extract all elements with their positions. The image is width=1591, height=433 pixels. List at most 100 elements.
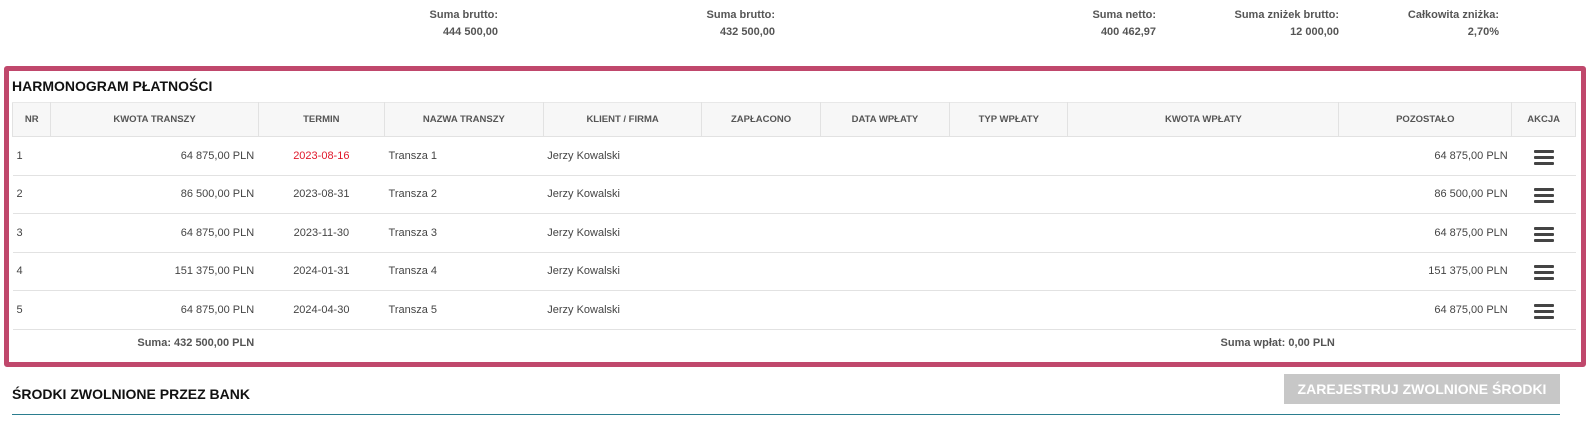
payment-schedule-table: NR KWOTA TRANSZY TERMIN NAZWA TRANSZY KL…: [11, 102, 1576, 357]
summary-value: 432 500,00: [719, 26, 775, 38]
cell-amount: 86 500,00 PLN: [50, 175, 259, 214]
hamburger-menu-icon[interactable]: [1533, 262, 1554, 281]
summary-discounts-gross: Suma zniżek brutto: 12 000,00: [1220, 7, 1339, 41]
hamburger-menu-icon[interactable]: [1533, 147, 1554, 165]
summary-total-discount: Całkowita zniżka: 2,70%: [1389, 7, 1499, 41]
column-header-name[interactable]: NAZWA TRANSZY: [384, 102, 544, 137]
cell-paid: [701, 213, 821, 253]
cell-nr: 5: [12, 290, 51, 330]
summary-value: 12 000,00: [1290, 26, 1339, 38]
cell-payment-date: [820, 175, 950, 214]
cell-name: Transza 3: [384, 213, 544, 253]
cell-due-date: 2024-04-30: [258, 290, 385, 330]
footer-sum-payments: Suma wpłat: 0,00 PLN: [1220, 337, 1335, 350]
cell-payment-date: [820, 213, 950, 253]
cell-action: [1511, 175, 1576, 214]
cell-client: Jerzy Kowalski: [543, 290, 702, 330]
cell-client: Jerzy Kowalski: [543, 175, 702, 214]
cell-paid: [701, 175, 821, 214]
cell-action: [1511, 290, 1576, 330]
cell-payment-type: [949, 252, 1068, 291]
column-header-payment-date[interactable]: DATA WPŁATY: [819, 102, 951, 137]
cell-payment-amount: [1067, 290, 1339, 330]
table-row: 5 64 875,00 PLN 2024-04-30 Transza 5 Jer…: [12, 290, 1576, 330]
cell-paid: [701, 136, 821, 176]
cell-remaining: 64 875,00 PLN: [1338, 290, 1512, 330]
cell-nr: 3: [12, 213, 51, 253]
cell-due-date: 2023-08-16: [258, 136, 385, 176]
section-divider: [12, 414, 1560, 415]
cell-remaining: 64 875,00 PLN: [1338, 136, 1512, 176]
cell-due-date: 2023-11-30: [258, 213, 385, 253]
cell-paid: [701, 252, 821, 291]
summary-value: 400 462,97: [1100, 26, 1156, 38]
footer-sum-amount: Suma: 432 500,00 PLN: [137, 337, 255, 350]
cell-paid: [701, 290, 821, 330]
cell-amount: 64 875,00 PLN: [50, 136, 259, 176]
summary-gross-after-discount: Suma brutto: 432 500,00: [675, 7, 775, 41]
cell-nr: 4: [12, 252, 51, 291]
hamburger-menu-icon[interactable]: [1533, 301, 1554, 319]
cell-amount: 64 875,00 PLN: [50, 290, 259, 330]
hamburger-menu-icon[interactable]: [1533, 224, 1554, 242]
summary-label: Całkowita zniżka:: [1407, 9, 1499, 21]
summary-label: Suma brutto:: [429, 9, 498, 21]
cell-name: Transza 1: [384, 136, 544, 176]
cell-payment-amount: [1067, 136, 1339, 176]
cell-client: Jerzy Kowalski: [543, 213, 702, 253]
column-header-remaining[interactable]: POZOSTAŁO: [1338, 102, 1513, 137]
cell-payment-amount: [1067, 213, 1339, 253]
column-header-client[interactable]: KLIENT / FIRMA: [542, 102, 703, 137]
payment-schedule-panel: HARMONOGRAM PŁATNOŚCI NR KWOTA TRANSZY T…: [4, 66, 1586, 367]
column-header-nr[interactable]: NR: [11, 102, 52, 137]
cell-payment-date: [820, 252, 950, 291]
cell-nr: 1: [12, 136, 51, 176]
column-header-amount[interactable]: KWOTA TRANSZY: [50, 102, 259, 137]
cell-payment-amount: [1067, 252, 1339, 291]
cell-payment-type: [949, 290, 1068, 330]
column-header-due-date[interactable]: TERMIN: [257, 102, 386, 137]
column-header-payment-type[interactable]: TYP WPŁATY: [949, 102, 1069, 137]
cell-amount: 151 375,00 PLN: [50, 252, 259, 291]
cell-client: Jerzy Kowalski: [543, 252, 702, 291]
summary-gross-total: Suma brutto: 444 500,00: [398, 7, 498, 41]
cell-due-date: 2024-01-31: [258, 252, 385, 291]
cell-action: [1511, 213, 1576, 253]
cell-remaining: 64 875,00 PLN: [1338, 213, 1512, 253]
summary-net-total: Suma netto: 400 462,97: [1056, 7, 1156, 41]
table-row: 3 64 875,00 PLN 2023-11-30 Transza 3 Jer…: [12, 213, 1576, 253]
cell-name: Transza 4: [384, 252, 544, 291]
cell-payment-type: [949, 213, 1068, 253]
cell-payment-date: [820, 136, 950, 176]
hamburger-menu-icon[interactable]: [1533, 185, 1554, 204]
table-footer-row: Suma: 432 500,00 PLN Suma wpłat: 0,00 PL…: [13, 329, 1576, 357]
table-header-row: NR KWOTA TRANSZY TERMIN NAZWA TRANSZY KL…: [11, 102, 1576, 137]
released-funds-title: ŚRODKI ZWOLNIONE PRZEZ BANK: [12, 386, 250, 402]
summary-value: 2,70%: [1467, 26, 1499, 38]
table-row: 1 64 875,00 PLN 2023-08-16 Transza 1 Jer…: [12, 136, 1576, 176]
cell-name: Transza 5: [384, 290, 544, 330]
cell-action: [1511, 136, 1576, 176]
column-header-payment-amount[interactable]: KWOTA WPŁATY: [1067, 102, 1340, 137]
table-row: 4 151 375,00 PLN 2024-01-31 Transza 4 Je…: [12, 252, 1576, 291]
cell-client: Jerzy Kowalski: [543, 136, 702, 176]
cell-payment-type: [949, 175, 1068, 214]
cell-name: Transza 2: [384, 175, 544, 214]
register-released-funds-button[interactable]: ZAREJESTRUJ ZWOLNIONE ŚRODKI: [1284, 374, 1560, 404]
cell-remaining: 86 500,00 PLN: [1338, 175, 1512, 214]
cell-payment-type: [949, 136, 1068, 176]
cell-nr: 2: [12, 175, 51, 214]
table-row: 2 86 500,00 PLN 2023-08-31 Transza 2 Jer…: [12, 175, 1576, 214]
cell-payment-amount: [1067, 175, 1339, 214]
summary-label: Suma brutto:: [706, 9, 775, 21]
cell-remaining: 151 375,00 PLN: [1338, 252, 1512, 291]
summary-label: Suma netto:: [1092, 9, 1156, 21]
column-header-paid[interactable]: ZAPŁACONO: [701, 102, 821, 137]
cell-amount: 64 875,00 PLN: [50, 213, 259, 253]
cell-payment-date: [820, 290, 950, 330]
summary-label: Suma zniżek brutto:: [1234, 9, 1339, 21]
column-header-action: AKCJA: [1511, 102, 1576, 137]
summary-value: 444 500,00: [442, 26, 498, 38]
footer-empty: [1339, 329, 1576, 357]
cell-action: [1511, 252, 1576, 291]
